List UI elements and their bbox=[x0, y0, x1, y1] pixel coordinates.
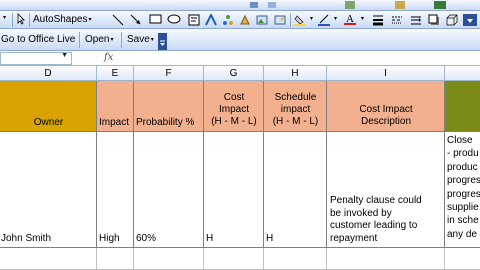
open-button[interactable]: Open ▾ bbox=[85, 34, 113, 45]
cost-impact-value: H bbox=[206, 233, 214, 244]
header-cost-desc-cell[interactable]: Cost Impact Description bbox=[327, 81, 445, 132]
empty-cell[interactable] bbox=[264, 248, 327, 270]
autoshapes-label: AutoShapes bbox=[33, 14, 88, 25]
fx-icon[interactable]: fx bbox=[104, 52, 113, 63]
header-probability-label: Probability % bbox=[136, 117, 195, 128]
header-schedule-impact-cell[interactable]: Schedule impact (H - M - L) bbox=[264, 81, 327, 132]
line-color-icon[interactable] bbox=[318, 14, 332, 26]
empty-cell[interactable] bbox=[204, 248, 264, 270]
column-header-e[interactable]: E bbox=[97, 66, 134, 81]
go-office-live-button[interactable]: Go to Office Live bbox=[1, 34, 75, 45]
autoshapes-button[interactable]: AutoShapes ▾ bbox=[33, 14, 92, 25]
toolbar-icon[interactable] bbox=[345, 1, 355, 9]
next-col-cell[interactable]: Close - produ produc progres progres sup… bbox=[445, 132, 480, 248]
column-header-i[interactable]: I bbox=[327, 66, 445, 81]
header-impact-cell[interactable]: Impact bbox=[97, 81, 134, 132]
go-office-live-label: Go to Office Live bbox=[1, 34, 76, 45]
textbox-icon[interactable] bbox=[188, 14, 200, 26]
column-header-f[interactable]: F bbox=[134, 66, 204, 81]
shadow-style-icon[interactable] bbox=[428, 14, 440, 26]
empty-cell[interactable] bbox=[445, 248, 480, 270]
name-box-dropdown-icon[interactable]: ▼ bbox=[61, 52, 68, 59]
line-color-dropdown[interactable]: ▾ bbox=[333, 15, 337, 22]
drawing-toolbar: ▾ AutoShapes ▾ ▾ ▾ A ▾ bbox=[0, 11, 480, 29]
fill-color-icon[interactable] bbox=[294, 14, 308, 26]
toolbar-icon[interactable] bbox=[395, 1, 405, 9]
header-schedule-impact-label: Schedule impact (H - M - L) bbox=[272, 92, 319, 127]
formula-bar: ▼ fx bbox=[0, 51, 480, 66]
line-style-icon[interactable] bbox=[372, 14, 384, 26]
owner-value: John Smith bbox=[1, 233, 52, 244]
header-cost-impact-cell[interactable]: Cost Impact (H - M - L) bbox=[204, 81, 264, 132]
save-button[interactable]: Save ▾ bbox=[127, 34, 154, 45]
header-impact-label: Impact bbox=[99, 117, 130, 128]
open-label: Open bbox=[85, 34, 110, 45]
name-box[interactable]: ▼ bbox=[0, 52, 72, 65]
column-header-g[interactable]: G bbox=[204, 66, 264, 81]
font-color-dropdown[interactable]: ▾ bbox=[360, 15, 364, 22]
draw-menu-arrow[interactable]: ▾ bbox=[2, 14, 6, 21]
column-header-d[interactable]: D bbox=[0, 66, 97, 81]
header-cost-impact-label: Cost Impact (H - M - L) bbox=[211, 92, 257, 127]
clipart-icon[interactable] bbox=[239, 14, 251, 26]
impact-value: High bbox=[99, 233, 120, 244]
arrow-style-icon[interactable] bbox=[410, 14, 422, 26]
column-header-j[interactable] bbox=[445, 66, 480, 81]
picture-icon[interactable] bbox=[274, 14, 286, 26]
select-objects-icon[interactable] bbox=[16, 13, 26, 25]
insert-picture-icon[interactable] bbox=[256, 14, 268, 26]
arrow-icon[interactable] bbox=[130, 14, 142, 26]
probability-cell[interactable]: 60% bbox=[134, 132, 204, 248]
fill-color-dropdown[interactable]: ▾ bbox=[309, 15, 313, 22]
save-label: Save bbox=[127, 34, 150, 45]
header-cost-desc-label: Cost Impact Description bbox=[359, 104, 413, 127]
empty-cell[interactable] bbox=[97, 248, 134, 270]
oval-icon[interactable] bbox=[167, 14, 181, 25]
empty-cell[interactable] bbox=[327, 248, 445, 270]
font-color-icon[interactable]: A bbox=[344, 12, 358, 26]
office-live-toolbar: Go to Office Live Open ▾ Save ▾ bbox=[0, 29, 480, 51]
column-header-h[interactable]: H bbox=[264, 66, 327, 81]
cost-impact-cell[interactable]: H bbox=[204, 132, 264, 248]
next-col-value: Close - produ produc progres progres sup… bbox=[447, 135, 480, 240]
3d-style-icon[interactable] bbox=[446, 14, 458, 26]
top-toolbar-cut bbox=[0, 0, 480, 11]
excel-icon[interactable] bbox=[434, 1, 446, 9]
toolbar-options-icon[interactable] bbox=[463, 14, 477, 26]
toolbar-icon[interactable] bbox=[268, 2, 276, 8]
impact-cell[interactable]: High bbox=[97, 132, 134, 248]
line-icon[interactable] bbox=[112, 14, 124, 26]
schedule-impact-cell[interactable]: H bbox=[264, 132, 327, 248]
header-next-cell[interactable] bbox=[445, 81, 480, 132]
rectangle-icon[interactable] bbox=[149, 14, 162, 25]
header-owner-cell[interactable]: Owner bbox=[0, 81, 97, 132]
owner-cell[interactable]: John Smith bbox=[0, 132, 97, 248]
header-owner-label: Owner bbox=[33, 117, 64, 128]
diagram-icon[interactable] bbox=[222, 14, 234, 26]
empty-cell[interactable] bbox=[0, 248, 97, 270]
schedule-impact-value: H bbox=[266, 233, 274, 244]
toolbar-options-icon[interactable] bbox=[158, 33, 167, 50]
toolbar-icon[interactable] bbox=[250, 2, 258, 8]
probability-value: 60% bbox=[136, 233, 157, 244]
header-probability-cell[interactable]: Probability % bbox=[134, 81, 204, 132]
column-headers: D E F G H I bbox=[0, 66, 480, 81]
cost-desc-cell[interactable]: Penalty clause could be invoked by custo… bbox=[327, 132, 445, 248]
empty-cell[interactable] bbox=[134, 248, 204, 270]
cost-desc-value: Penalty clause could be invoked by custo… bbox=[330, 195, 422, 244]
wordart-icon[interactable] bbox=[205, 14, 217, 26]
dash-style-icon[interactable] bbox=[391, 14, 403, 26]
